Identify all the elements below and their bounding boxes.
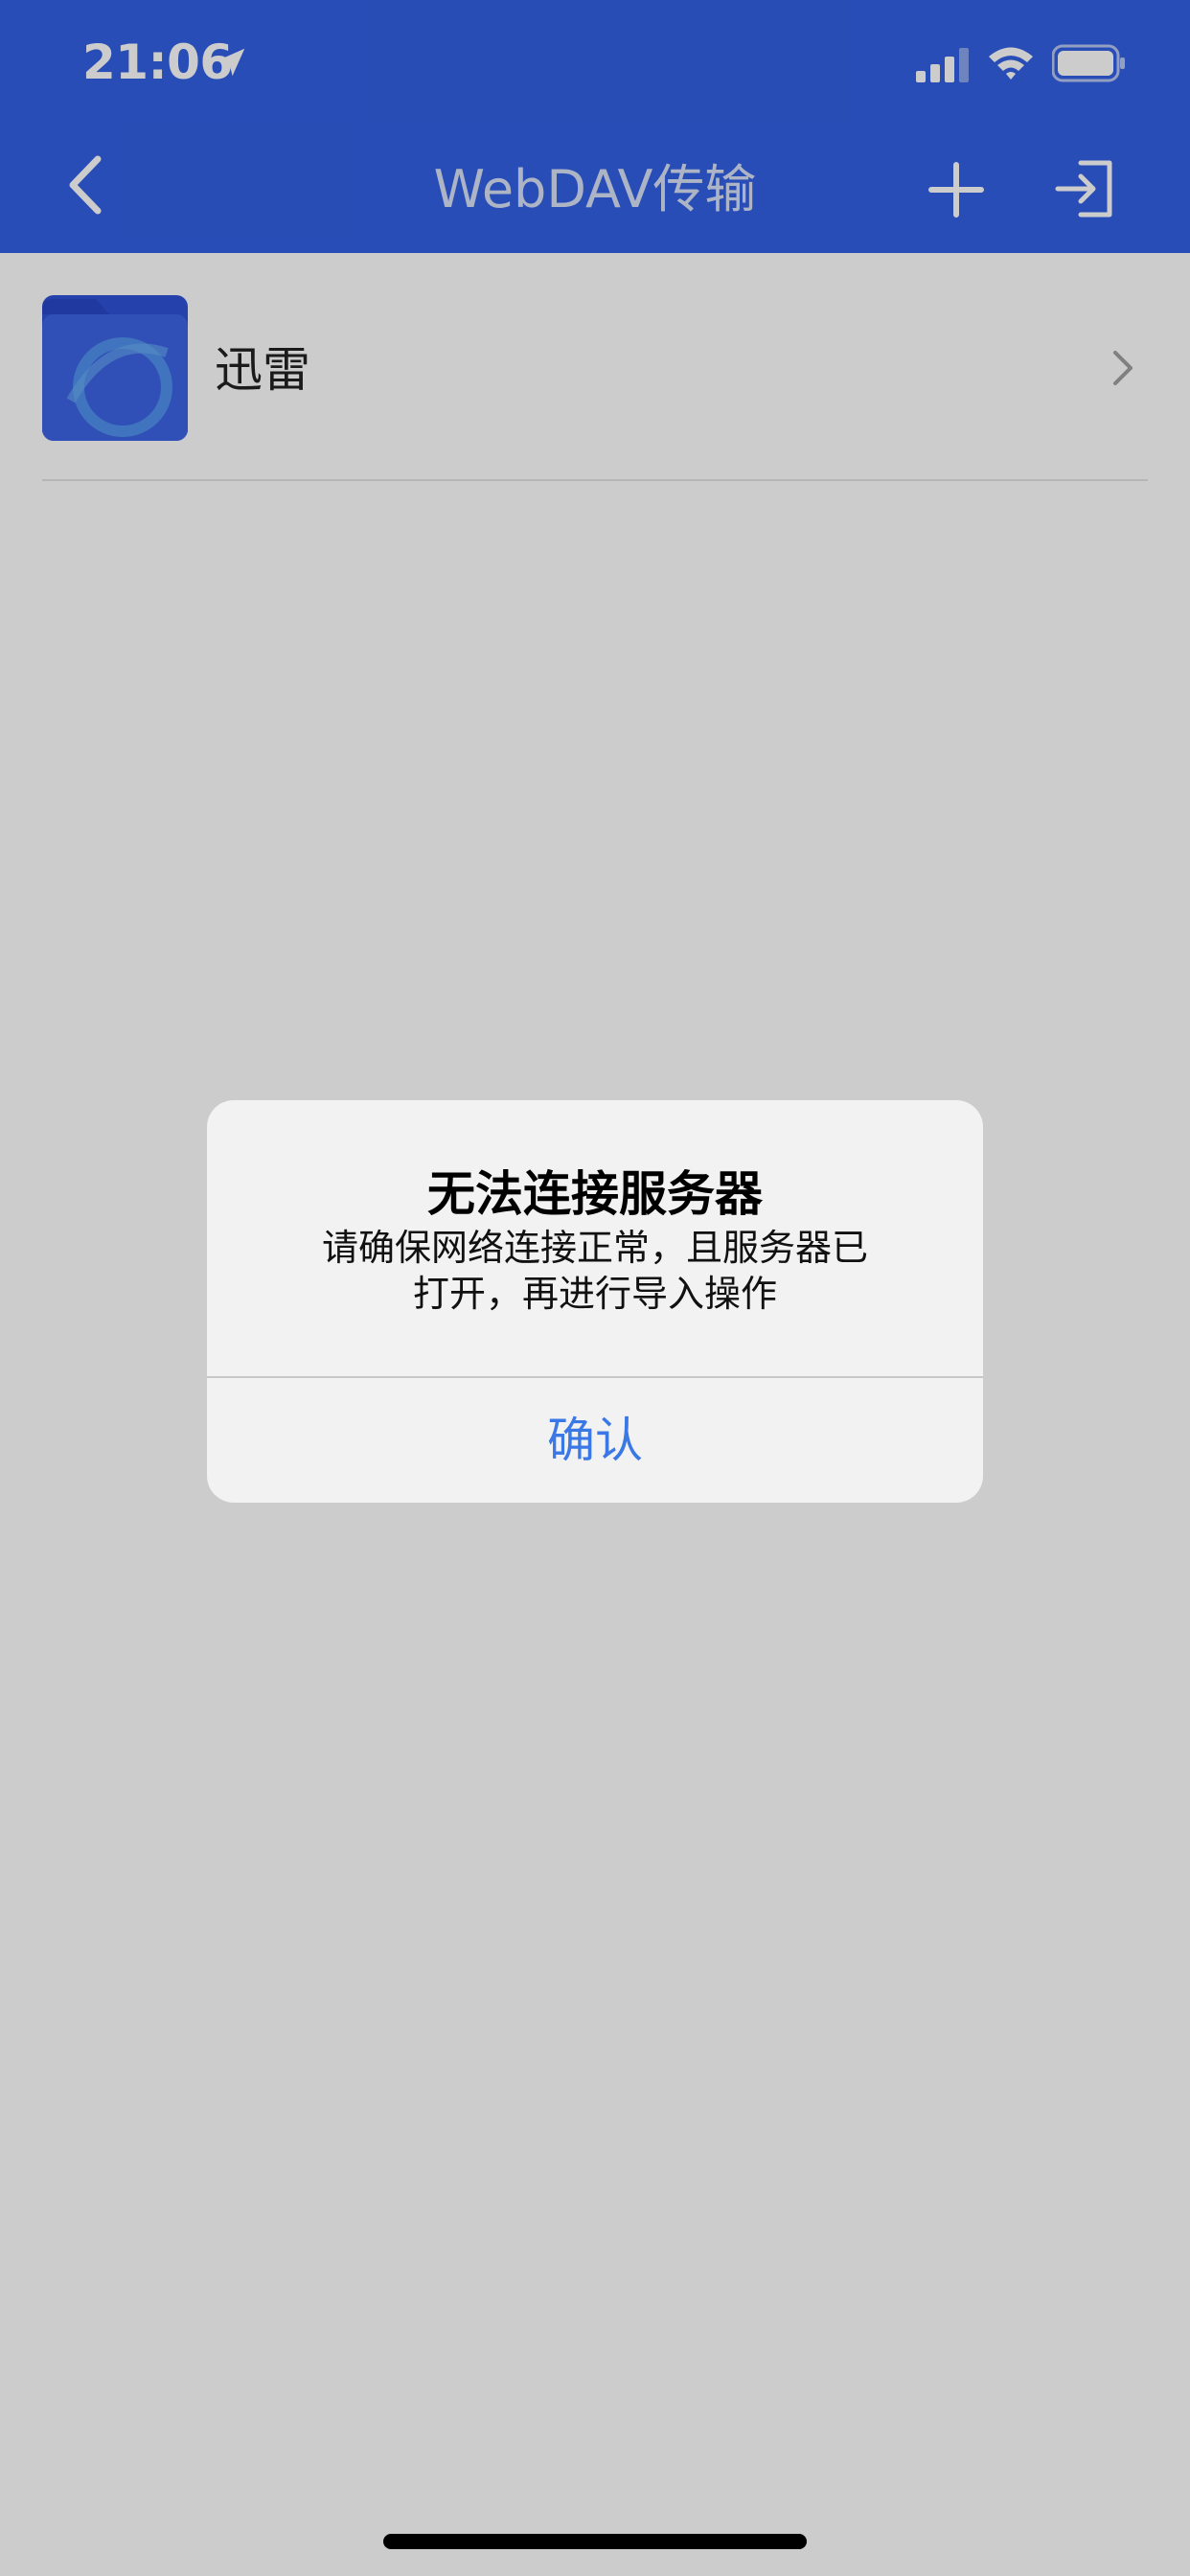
confirm-button[interactable]: 确认	[207, 1378, 983, 1503]
alert-title: 无法连接服务器	[427, 1166, 763, 1222]
home-indicator[interactable]	[383, 2534, 807, 2549]
alert-message-line-1: 请确保网络连接正常，且服务器已	[321, 1227, 868, 1269]
alert-message: 请确保网络连接正常，且服务器已 打开，再进行导入操作	[293, 1225, 897, 1317]
alert-message-line-2: 打开，再进行导入操作	[412, 1273, 777, 1315]
alert-dialog: 无法连接服务器 请确保网络连接正常，且服务器已 打开，再进行导入操作 确认	[207, 1100, 983, 1503]
